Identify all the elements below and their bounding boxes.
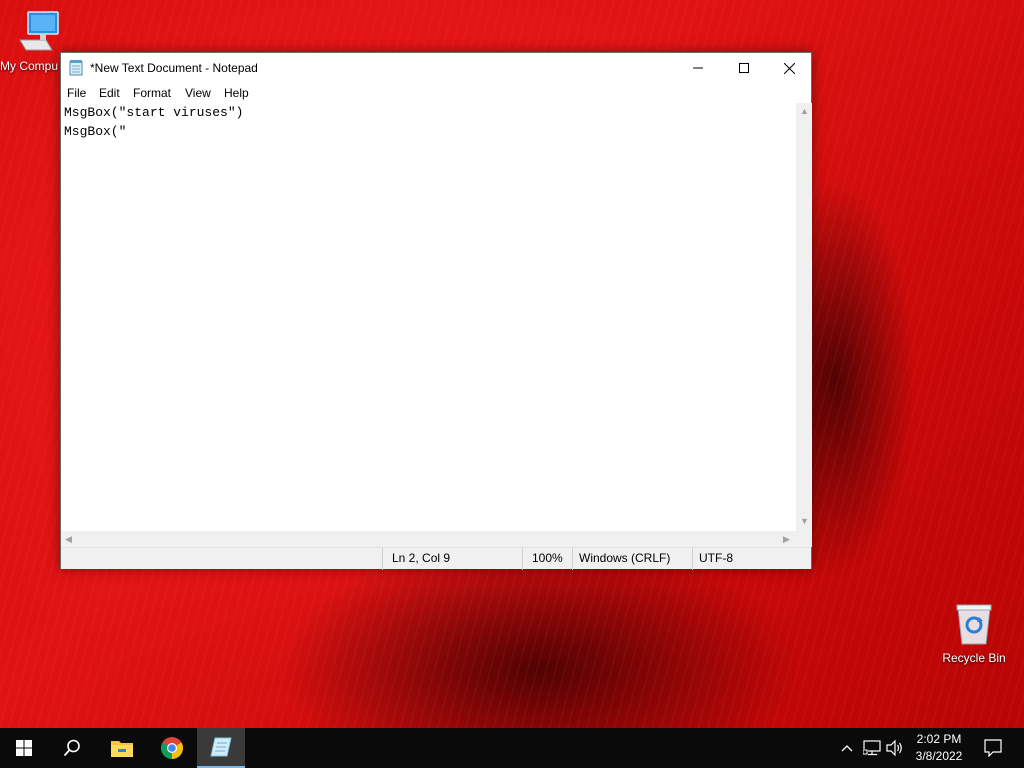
status-zoom: 100%: [532, 551, 563, 565]
file-explorer-icon: [111, 741, 133, 757]
show-hidden-icons-button[interactable]: [838, 728, 856, 768]
chrome-button[interactable]: [148, 728, 196, 768]
volume-button[interactable]: [884, 728, 906, 768]
desktop: My Compu Recycle Bin *New Text Document …: [0, 0, 1024, 728]
taskbar: 2:02 PM 3/8/2022: [0, 728, 1024, 768]
scroll-up-icon[interactable]: ▲: [800, 107, 809, 116]
action-center-button[interactable]: [976, 728, 1010, 768]
maximize-button[interactable]: [721, 53, 767, 83]
notepad-taskbar-button[interactable]: [197, 728, 245, 768]
editor-line: MsgBox(": [64, 124, 127, 139]
scrollbar-corner: [796, 531, 812, 547]
notepad-app-icon: [69, 60, 83, 76]
start-button[interactable]: [0, 728, 48, 768]
status-divider: [522, 548, 523, 570]
status-divider: [382, 548, 383, 570]
vertical-scrollbar[interactable]: ▲ ▼: [796, 103, 812, 531]
window-title: *New Text Document - Notepad: [90, 61, 258, 75]
network-icon: [863, 740, 881, 756]
file-explorer-button[interactable]: [98, 728, 146, 768]
scroll-right-icon[interactable]: ▶: [783, 535, 790, 544]
menu-help[interactable]: Help: [224, 86, 249, 100]
notepad-icon: [210, 737, 232, 757]
scroll-down-icon[interactable]: ▼: [800, 517, 809, 526]
network-button[interactable]: [861, 728, 883, 768]
text-editor[interactable]: MsgBox("start viruses") MsgBox(": [61, 103, 796, 531]
maximize-icon: [739, 63, 749, 73]
notepad-window[interactable]: *New Text Document - Notepad File Edit F…: [60, 52, 812, 570]
notification-icon: [984, 739, 1002, 757]
chevron-up-icon: [841, 745, 853, 752]
menu-edit[interactable]: Edit: [99, 86, 120, 100]
minimize-icon: [693, 67, 703, 69]
volume-icon: [886, 740, 902, 756]
horizontal-scrollbar[interactable]: ◀ ▶: [61, 531, 796, 547]
minimize-button[interactable]: [675, 53, 721, 83]
clock-time: 2:02 PM: [916, 732, 962, 746]
desktop-icon-label: Recycle Bin: [942, 651, 1006, 665]
status-encoding: UTF-8: [699, 551, 733, 565]
close-button[interactable]: [766, 53, 812, 83]
clock-date: 3/8/2022: [915, 749, 963, 763]
start-icon: [16, 740, 32, 756]
recycle-bin-icon: [956, 604, 992, 645]
title-bar[interactable]: *New Text Document - Notepad: [61, 53, 811, 83]
menu-view[interactable]: View: [185, 86, 211, 100]
menu-bar: File Edit Format View Help: [61, 83, 811, 103]
clock[interactable]: 2:02 PM 3/8/2022: [908, 731, 970, 765]
search-icon: [63, 739, 80, 757]
editor-line: MsgBox("start viruses"): [64, 105, 244, 120]
status-bar: Ln 2, Col 9 100% Windows (CRLF) UTF-8: [61, 547, 811, 570]
search-button[interactable]: [48, 728, 96, 768]
scroll-left-icon[interactable]: ◀: [65, 535, 72, 544]
close-icon: [783, 62, 795, 74]
chrome-icon: [161, 737, 183, 759]
status-position: Ln 2, Col 9: [392, 551, 451, 565]
menu-format[interactable]: Format: [133, 86, 171, 100]
computer-icon: [19, 11, 59, 51]
status-line-ending: Windows (CRLF): [579, 551, 671, 565]
menu-file[interactable]: File: [67, 86, 86, 100]
desktop-icon-recycle-bin[interactable]: Recycle Bin: [937, 602, 1011, 665]
